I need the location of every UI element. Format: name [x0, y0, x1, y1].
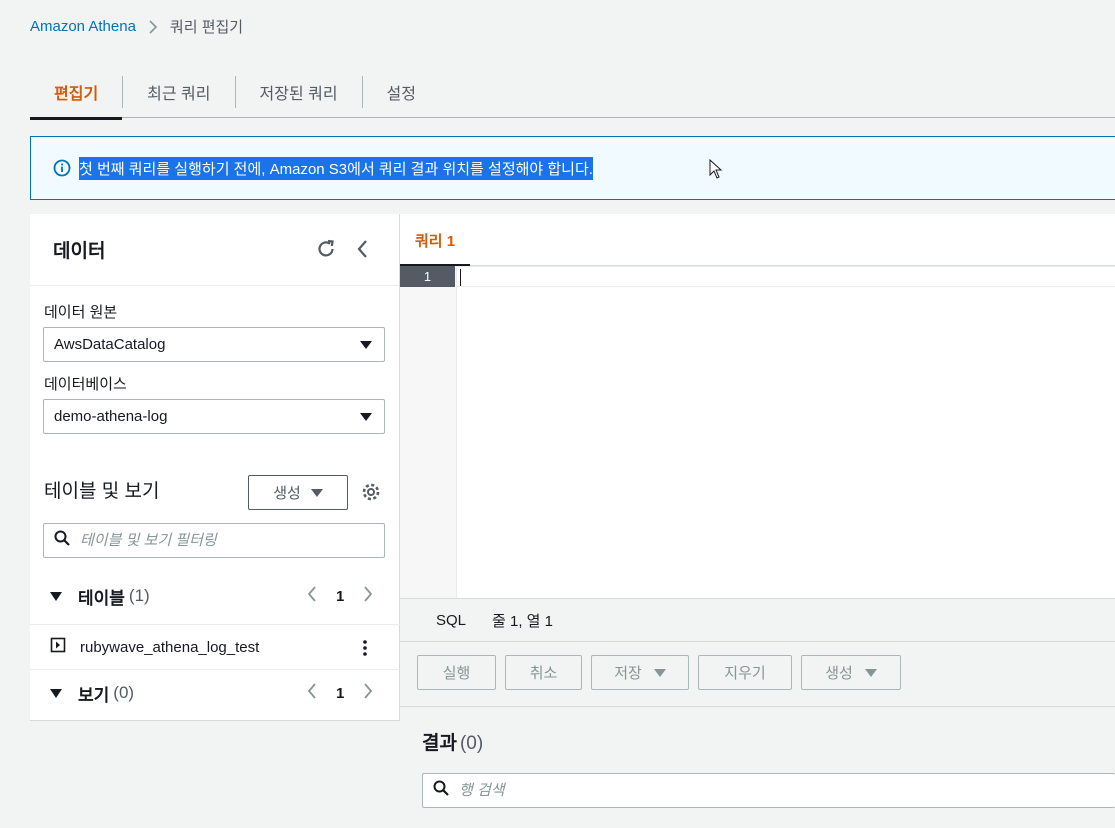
- chevron-right-icon[interactable]: [362, 682, 374, 705]
- chevron-left-icon[interactable]: [306, 585, 318, 608]
- tab-recent-queries[interactable]: 최근 쿼리: [123, 66, 234, 118]
- tab-settings[interactable]: 설정: [363, 66, 440, 118]
- database-label: 데이터베이스: [44, 376, 127, 393]
- tables-filter-field[interactable]: [43, 523, 385, 558]
- data-source-value: AwsDataCatalog: [54, 336, 166, 353]
- breadcrumb-current: 쿼리 편집기: [169, 19, 244, 36]
- caret-down-icon: [50, 688, 62, 698]
- gear-icon[interactable]: [361, 482, 381, 507]
- database-select[interactable]: demo-athena-log: [43, 399, 385, 434]
- results-title: 결과 (0): [422, 728, 483, 755]
- data-panel-empty-area: [30, 721, 400, 828]
- data-source-select[interactable]: AwsDataCatalog: [43, 327, 385, 362]
- tables-count: (1): [128, 586, 150, 605]
- results-search-field[interactable]: [422, 773, 1115, 808]
- tab-saved-queries[interactable]: 저장된 쿼리: [236, 66, 362, 118]
- table-name[interactable]: rubywave_athena_log_test: [80, 639, 259, 656]
- breadcrumb-athena-link[interactable]: Amazon Athena: [30, 18, 136, 35]
- database-value: demo-athena-log: [54, 408, 168, 425]
- expand-table-icon[interactable]: [50, 637, 66, 657]
- tables-page-number[interactable]: 1: [336, 588, 344, 605]
- more-options-icon[interactable]: [362, 639, 368, 661]
- tables-section-header[interactable]: 테이블 (1) 1: [30, 573, 400, 619]
- data-panel-title: 데이터: [53, 241, 106, 262]
- breadcrumb: Amazon Athena 쿼리 편집기: [30, 16, 243, 37]
- table-row[interactable]: rubywave_athena_log_test: [30, 624, 400, 670]
- search-icon: [54, 530, 70, 551]
- editor-text-area[interactable]: [457, 266, 1115, 287]
- caret-down-icon: [360, 413, 372, 421]
- refresh-icon[interactable]: [315, 238, 337, 265]
- caret-down-icon: [50, 591, 62, 601]
- info-icon: [53, 159, 71, 177]
- query-editor: 쿼리 1 1: [400, 214, 1115, 598]
- tables-filter-input[interactable]: [80, 532, 360, 549]
- views-pagination: 1: [306, 682, 374, 705]
- info-banner-text: 첫 번째 쿼리를 실행하기 전에, Amazon S3에서 쿼리 결과 위치를 …: [79, 156, 593, 180]
- caret-down-icon: [360, 341, 372, 349]
- results-search-input[interactable]: [459, 782, 739, 799]
- views-count: (0): [113, 683, 135, 702]
- views-page-number[interactable]: 1: [336, 685, 344, 702]
- views-section-header[interactable]: 보기 (0) 1: [30, 670, 400, 716]
- save-dropdown-button[interactable]: 저장: [591, 655, 689, 690]
- cancel-button-label: 취소: [529, 665, 558, 682]
- editor-tab-bar: 쿼리 1: [400, 214, 1115, 267]
- search-icon: [433, 780, 449, 801]
- editor-gutter: 1: [400, 266, 457, 598]
- chevron-right-icon: [148, 19, 158, 35]
- language-label: SQL: [436, 611, 467, 629]
- clear-button-label: 지우기: [724, 665, 766, 682]
- run-button-label: 실행: [442, 665, 471, 682]
- collapse-panel-icon[interactable]: [354, 238, 372, 265]
- mouse-cursor-icon: [709, 158, 723, 184]
- info-banner: 첫 번째 쿼리를 실행하기 전에, Amazon S3에서 쿼리 결과 위치를 …: [30, 136, 1115, 200]
- data-source-label: 데이터 원본: [44, 304, 118, 321]
- cursor-position: 줄 1, 열 1: [492, 612, 553, 630]
- caret-down-icon: [310, 488, 323, 497]
- clear-button[interactable]: 지우기: [698, 655, 792, 690]
- tab-query-1[interactable]: 쿼리 1: [400, 214, 470, 267]
- save-button-label: 저장: [614, 665, 642, 682]
- cancel-button[interactable]: 취소: [505, 655, 582, 690]
- tables-section-label: 테이블: [78, 588, 125, 608]
- line-number: 1: [400, 266, 455, 287]
- tables-views-title: 테이블 및 보기: [44, 481, 160, 502]
- results-count: (0): [459, 733, 484, 754]
- editor-actions: 실행 취소 저장 지우기 생성: [417, 655, 910, 690]
- tables-pagination: 1: [306, 585, 374, 608]
- create-query-button-label: 생성: [825, 665, 853, 682]
- tab-editor[interactable]: 편집기: [30, 66, 123, 120]
- create-dropdown-button[interactable]: 생성: [248, 475, 348, 510]
- divider: [400, 706, 1115, 707]
- text-cursor: [460, 269, 461, 286]
- create-query-dropdown-button[interactable]: 생성: [801, 655, 901, 690]
- editor-status-bar: SQL 줄 1, 열 1: [400, 598, 1115, 642]
- create-button-label: 생성: [273, 485, 301, 502]
- chevron-right-icon[interactable]: [362, 585, 374, 608]
- chevron-left-icon[interactable]: [306, 682, 318, 705]
- run-button[interactable]: 실행: [417, 655, 496, 690]
- caret-down-icon: [653, 668, 666, 677]
- views-section-label: 보기: [78, 685, 110, 705]
- main-tabs: 편집기 최근 쿼리 저장된 쿼리 설정: [30, 66, 1115, 120]
- data-panel: 데이터 데이터 원본 AwsDataCatalog 데이터베이스 demo-at…: [30, 214, 400, 828]
- data-panel-header: 데이터: [30, 214, 399, 286]
- caret-down-icon: [864, 668, 877, 677]
- results-label: 결과: [422, 733, 457, 754]
